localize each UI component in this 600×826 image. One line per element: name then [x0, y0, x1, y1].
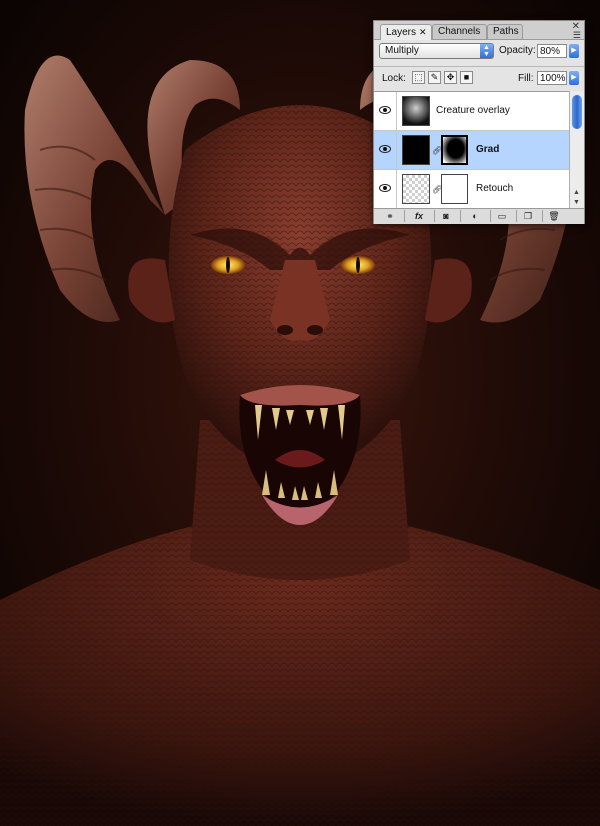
- add-mask-icon[interactable]: ◙: [438, 210, 454, 222]
- adjustment-layer-icon[interactable]: ◐: [466, 210, 484, 222]
- fill-slider-button[interactable]: ▶: [569, 71, 579, 85]
- visibility-toggle[interactable]: [374, 131, 397, 169]
- tab-layers-label: Layers: [386, 27, 417, 38]
- blend-mode-select[interactable]: Multiply ▲ ▼: [379, 43, 494, 59]
- eye-icon: [379, 145, 391, 153]
- scroll-up-icon[interactable]: ▲: [573, 189, 580, 196]
- tab-paths[interactable]: Paths: [487, 24, 523, 39]
- fill-input[interactable]: 100%: [537, 71, 567, 85]
- layer-thumbnail: [402, 135, 430, 165]
- opacity-label: Opacity:: [499, 45, 536, 56]
- tab-layers[interactable]: Layers ✕: [380, 24, 432, 40]
- eye-icon: [379, 184, 391, 192]
- lock-transparent-icon[interactable]: ⬚: [412, 71, 425, 84]
- select-arrows-icon: ▲ ▼: [480, 44, 493, 58]
- link-layers-icon[interactable]: ⚭: [380, 210, 400, 222]
- scroll-down-icon[interactable]: ▼: [573, 199, 580, 206]
- trash-icon[interactable]: 🗑︎: [546, 210, 562, 222]
- fx-icon[interactable]: fx: [408, 210, 430, 222]
- lock-all-icon[interactable]: ■: [460, 71, 473, 84]
- opacity-input[interactable]: 80%: [537, 44, 567, 58]
- layer-name: Retouch: [476, 183, 514, 194]
- mask-link-icon[interactable]: 🔗︎: [432, 185, 442, 194]
- lock-image-icon[interactable]: ✎: [428, 71, 441, 84]
- new-group-icon[interactable]: ▭: [494, 210, 510, 222]
- panel-bottom-bar: ⚭ fx ◙ ◐ ▭ ❐ 🗑︎: [374, 208, 584, 224]
- scroll-thumb[interactable]: [572, 95, 582, 129]
- panel-menu-icon[interactable]: ☰: [573, 30, 581, 41]
- lock-label: Lock:: [382, 73, 406, 84]
- visibility-toggle[interactable]: [374, 170, 397, 208]
- tab-close-icon[interactable]: ✕: [419, 27, 427, 37]
- layer-mask-thumbnail[interactable]: [441, 135, 468, 165]
- new-layer-icon[interactable]: ❐: [520, 210, 536, 222]
- divider: [542, 210, 543, 222]
- divider: [404, 210, 405, 222]
- tab-channels-label: Channels: [438, 26, 481, 37]
- divider: [516, 210, 517, 222]
- layers-scrollbar[interactable]: ▲ ▼: [569, 91, 584, 208]
- blend-row: Multiply ▲ ▼ Opacity: 80% ▶: [374, 41, 584, 65]
- layer-name: Grad: [476, 144, 500, 155]
- mask-link-icon[interactable]: 🔗︎: [432, 146, 442, 155]
- fill-label: Fill:: [518, 73, 534, 84]
- lock-position-icon[interactable]: ✥: [444, 71, 457, 84]
- tab-paths-label: Paths: [493, 26, 519, 37]
- layer-thumbnail: [402, 96, 430, 126]
- panel-tab-bar: Layers ✕ Channels Paths ✕ ☰: [374, 21, 584, 40]
- eye-icon: [379, 106, 391, 114]
- divider: [490, 210, 491, 222]
- layers-list: Creature overlay 🔗︎ Grad 🔗︎ Retouch: [374, 91, 569, 209]
- tab-channels[interactable]: Channels: [432, 24, 487, 39]
- lock-row: Lock: ⬚ ✎ ✥ ■ Fill: 100% ▶: [374, 66, 584, 91]
- layer-thumbnail: [402, 174, 430, 204]
- blend-mode-value: Multiply: [385, 45, 419, 56]
- layer-mask-thumbnail[interactable]: [441, 174, 468, 204]
- visibility-toggle[interactable]: [374, 92, 397, 130]
- layer-name: Creature overlay: [436, 105, 510, 116]
- layer-row-retouch[interactable]: 🔗︎ Retouch: [374, 170, 569, 209]
- layer-row-grad[interactable]: 🔗︎ Grad: [374, 131, 569, 170]
- divider: [434, 210, 435, 222]
- layers-panel: Layers ✕ Channels Paths ✕ ☰ Multiply ▲ ▼ O…: [373, 20, 585, 224]
- layer-row-creature-overlay[interactable]: Creature overlay: [374, 92, 569, 131]
- divider: [460, 210, 461, 222]
- opacity-slider-button[interactable]: ▶: [569, 44, 579, 58]
